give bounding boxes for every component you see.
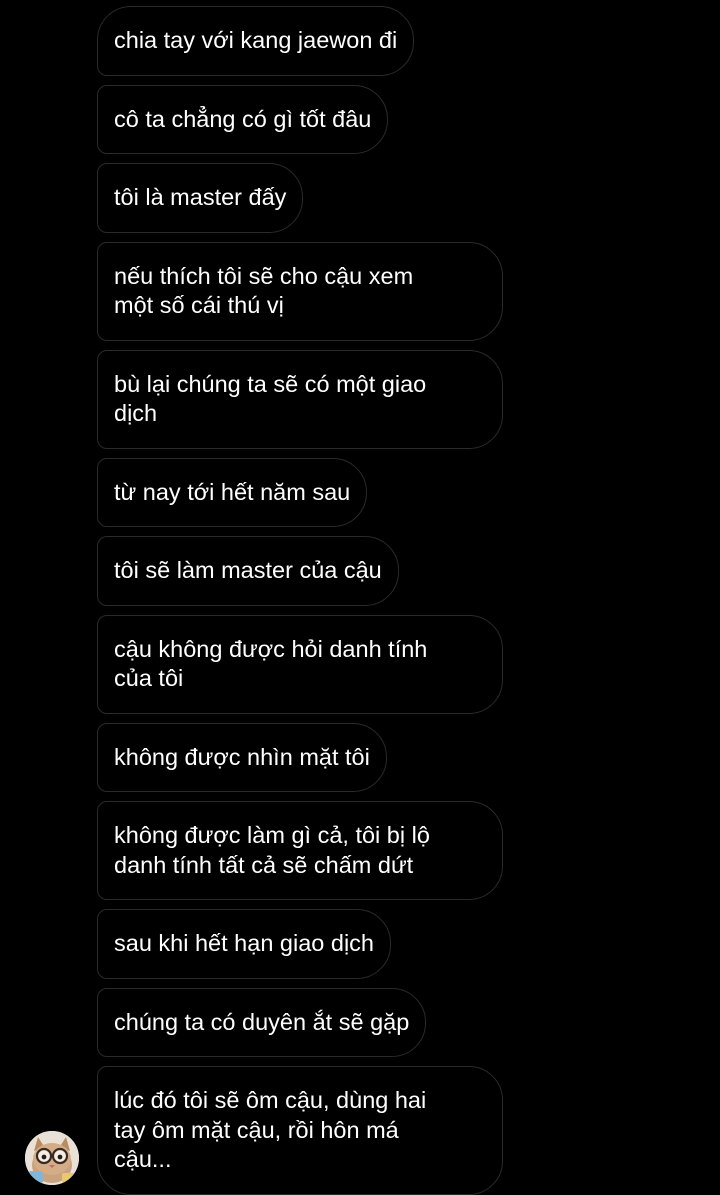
message-bubble[interactable]: cô ta chẳng có gì tốt đâu [97,84,389,154]
message-bubble[interactable]: không được làm gì cả, tôi bị lộ danh tín… [97,801,503,900]
chat-screen: { "conversation": { "messages": [ "chia … [0,0,720,1195]
message-bubble[interactable]: bù lại chúng ta sẽ có một giao dịch [97,349,503,449]
cat-with-glasses-avatar-icon [25,1131,79,1185]
message-bubble[interactable]: cậu không được hỏi danh tính của tôi [97,614,503,714]
message-bubble[interactable]: sau khi hết hạn giao dịch [97,909,391,979]
message-bubble[interactable]: chúng ta có duyên ắt sẽ gặp [97,987,427,1057]
message-bubble[interactable]: từ nay tới hết năm sau [97,457,368,527]
message-bubble[interactable]: chia tay với kang jaewon đi [97,6,415,76]
sender-avatar[interactable] [25,1131,79,1185]
message-bubble[interactable]: lúc đó tôi sẽ ôm cậu, dùng hai tay ôm mặ… [97,1066,503,1195]
message-bubble[interactable]: nếu thích tôi sẽ cho cậu xem một số cái … [97,241,503,341]
message-thread: chia tay với kang jaewon đi cô ta chẳng … [97,6,517,1195]
message-bubble[interactable]: tôi là master đấy [97,163,304,233]
message-bubble[interactable]: không được nhìn mặt tôi [97,722,387,792]
message-bubble[interactable]: tôi sẽ làm master của cậu [97,536,399,606]
